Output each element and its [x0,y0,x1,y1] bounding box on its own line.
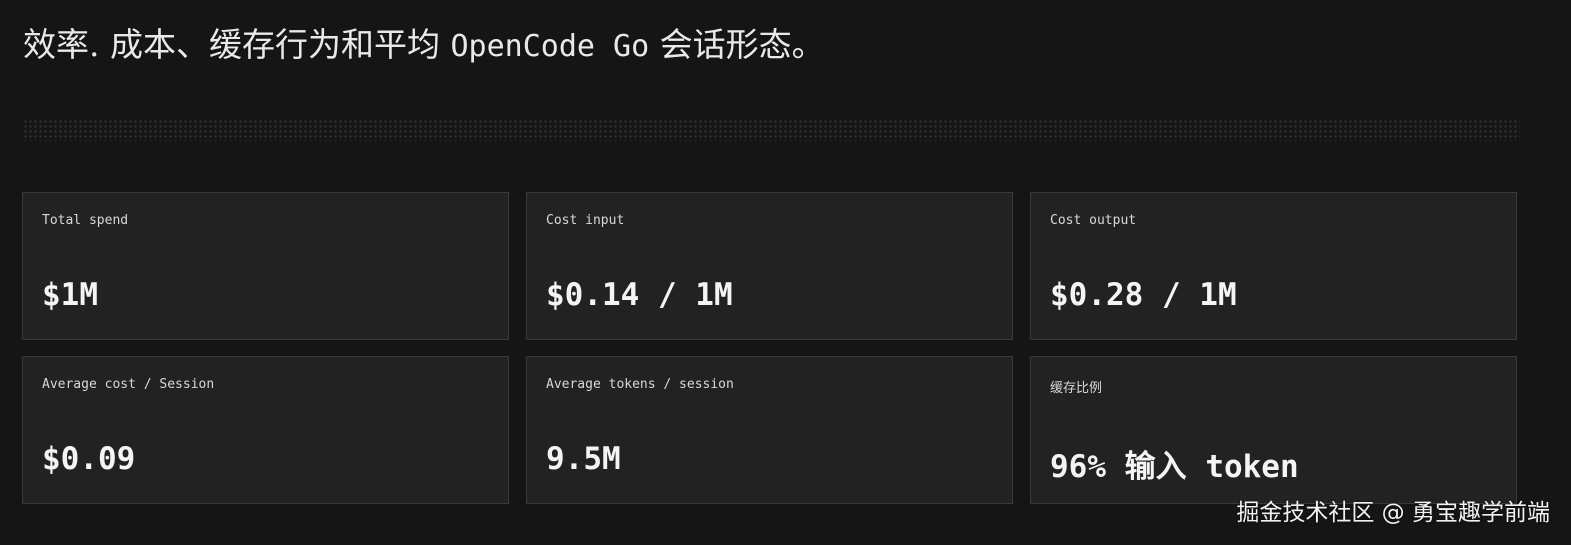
metric-label: Cost input [546,213,625,228]
metric-value: $1M [42,277,98,313]
watermark: 掘金技术社区 @ 勇宝趣学前端 [1236,500,1550,526]
metric-label: 缓存比例 [1050,381,1103,396]
page-heading: 效率. 成本、缓存行为和平均 OpenCode Go 会话形态。 [23,20,825,72]
metric-card-cost-output: Cost output $0.28 / 1M [1030,192,1517,340]
heading-product-name: OpenCode Go [450,29,650,64]
metric-card-cache-ratio: 缓存比例 96% 输入 token [1030,356,1517,504]
metric-value: $0.09 [42,441,136,477]
metric-label: Cost output [1050,213,1137,228]
metric-label: Average cost / Session [42,377,215,392]
heading-prefix: 效率. 成本、缓存行为和平均 [23,25,451,64]
metric-value: 96% 输入 token [1050,449,1299,485]
heading-suffix: 会话形态。 [649,25,825,64]
metric-card-cost-input: Cost input $0.14 / 1M [526,192,1013,340]
metric-card-total-spend: Total spend $1M [22,192,509,340]
dotted-divider [23,119,1520,141]
metric-label: Total spend [42,213,129,228]
metric-card-average-tokens-session: Average tokens / session 9.5M [526,356,1013,504]
metric-value: 9.5M [546,441,621,477]
metric-card-average-cost-session: Average cost / Session $0.09 [22,356,509,504]
metric-label: Average tokens / session [546,377,734,392]
metric-value: $0.14 / 1M [546,277,733,313]
metric-value: $0.28 / 1M [1050,277,1237,313]
